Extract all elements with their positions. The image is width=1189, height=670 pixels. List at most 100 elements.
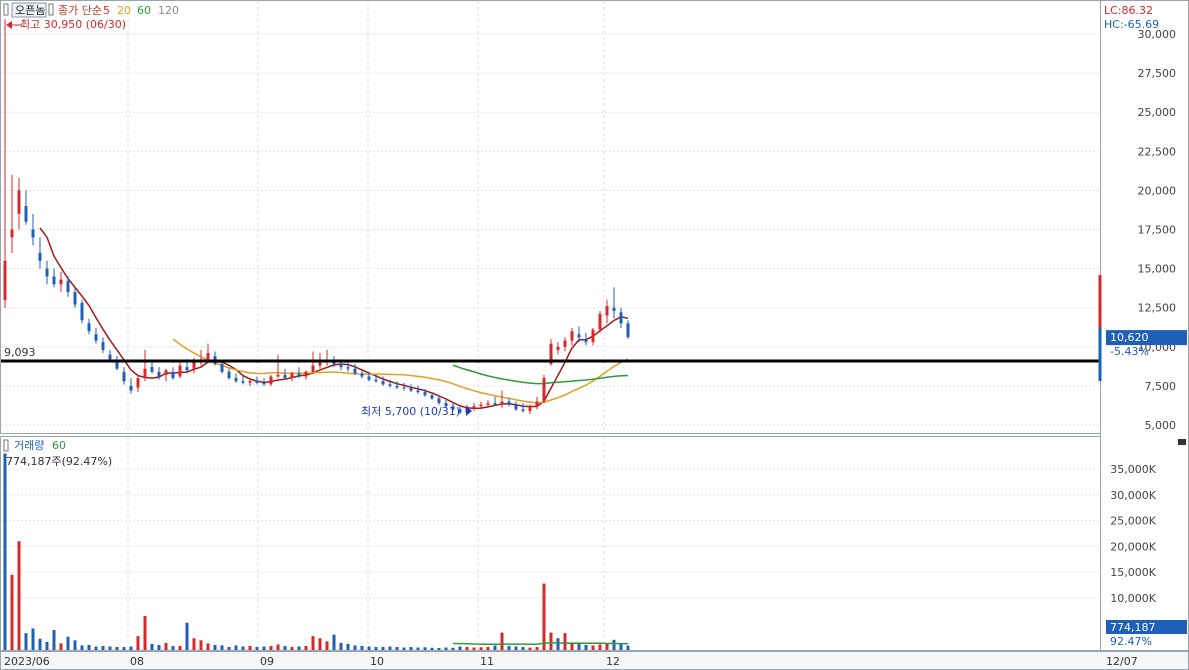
candle-body: [241, 381, 245, 383]
candle-body: [178, 365, 182, 377]
volume-bar: [220, 645, 224, 650]
volume-bar: [423, 647, 427, 650]
panel-close-icon[interactable]: [1178, 439, 1186, 445]
volume-bar: [500, 632, 504, 650]
x-axis-panel: [0, 651, 1189, 670]
candle-body: [164, 370, 168, 375]
candle-body: [472, 406, 476, 408]
volume-bar: [87, 644, 91, 650]
volume-bar: [458, 646, 462, 650]
volume-bar: [108, 646, 112, 650]
volume-bar: [346, 643, 350, 650]
candle-body: [570, 331, 574, 341]
volume-bar: [612, 639, 616, 650]
candle-body: [157, 371, 161, 377]
volume-bar: [283, 645, 287, 650]
price-tick-label: 20,000: [1138, 184, 1177, 197]
volume-tick-label: 25,000K: [1110, 515, 1156, 528]
volume-bar: [444, 647, 448, 650]
volume-bar: [598, 644, 602, 650]
current-price: 10,620: [1110, 331, 1149, 344]
candle-body: [395, 385, 399, 388]
candle-body: [262, 382, 266, 385]
price-tick-label: 12,500: [1138, 302, 1177, 315]
ma-period-5[interactable]: 5: [103, 4, 110, 17]
volume-bar: [584, 644, 588, 650]
candle-body: [31, 229, 35, 238]
candle-body: [185, 367, 189, 371]
candle-body: [374, 379, 378, 382]
volume-bar: [416, 647, 420, 650]
volume-current: 774,187: [1110, 621, 1156, 634]
hline-label: 9,093: [4, 346, 36, 359]
volume-bar: [549, 632, 553, 650]
volume-bar: [353, 645, 357, 650]
candle-body: [612, 307, 616, 311]
volume-bar: [206, 643, 210, 650]
volume-tick-label: 20,000K: [1110, 540, 1156, 553]
volume-bar: [430, 647, 434, 650]
volume-bar: [241, 646, 245, 650]
x-tick-label: 11: [480, 655, 494, 668]
volume-bar: [465, 647, 469, 650]
ma-period-20[interactable]: 20: [117, 4, 131, 17]
volume-bar: [311, 636, 315, 650]
volume-bar: [395, 647, 399, 650]
chart-window: 5,000 7,500 10,000 12,500 15,000 17,500 20,000…: [0, 0, 1189, 670]
price-tick-label: 5,000: [1145, 419, 1177, 432]
volume-bar: [360, 645, 364, 650]
volume-tick-label: 10,000K: [1110, 592, 1156, 605]
volume-bar: [269, 645, 273, 650]
volume-bar: [178, 645, 182, 650]
lc-value: LC:86.32: [1104, 4, 1153, 17]
current-change: -5.43%: [1110, 345, 1149, 358]
volume-bar: [248, 645, 252, 650]
volume-bar: [157, 644, 161, 650]
candle-body: [542, 378, 546, 402]
candle-body: [94, 334, 98, 341]
x-tick-label: 2023/06: [4, 655, 50, 668]
volume-bar: [409, 647, 413, 650]
volume-bar: [213, 644, 217, 650]
low-annotation: 최저 5,700 (10/31): [361, 405, 460, 418]
volume-bar: [199, 640, 203, 650]
candle-body: [437, 398, 441, 404]
ma-period-60[interactable]: 60: [137, 4, 151, 17]
candle-body: [493, 403, 497, 405]
volume-bar: [276, 644, 280, 650]
volume-bar: [3, 453, 7, 650]
volume-bar: [339, 642, 343, 650]
volume-bar: [255, 647, 259, 650]
price-tick-label: 27,500: [1138, 67, 1177, 80]
ma-period-120[interactable]: 120: [158, 4, 179, 17]
candle-body: [3, 260, 7, 300]
volume-bar: [591, 645, 595, 650]
candle-body: [381, 381, 385, 385]
volume-bar: [577, 643, 581, 650]
panel-toggle-icon[interactable]: [3, 3, 9, 16]
candle-body: [255, 381, 259, 383]
volume-bar: [171, 645, 175, 650]
volume-bar: [80, 645, 84, 650]
x-tick-label: 08: [130, 655, 144, 668]
ma-toggle-icon[interactable]: [48, 3, 54, 16]
candle-body: [206, 353, 210, 360]
candle-body: [276, 374, 280, 377]
volume-bar: [388, 646, 392, 650]
volume-bar: [605, 643, 609, 650]
volume-bar: [367, 646, 371, 650]
volume-toggle-icon[interactable]: [3, 439, 9, 452]
candle-body: [17, 190, 21, 214]
candle-body: [73, 292, 77, 305]
candle-body: [416, 390, 420, 393]
candle-body: [486, 403, 490, 405]
volume-ma-period: 60: [52, 439, 66, 452]
volume-bar: [437, 648, 441, 650]
candle-body: [605, 306, 609, 316]
volume-bar: [507, 645, 511, 650]
volume-bar: [66, 636, 70, 650]
volume-bar: [486, 647, 490, 650]
ma-label: 종가 단순: [58, 4, 102, 17]
volume-bar: [521, 647, 525, 650]
candle-body: [360, 373, 364, 377]
